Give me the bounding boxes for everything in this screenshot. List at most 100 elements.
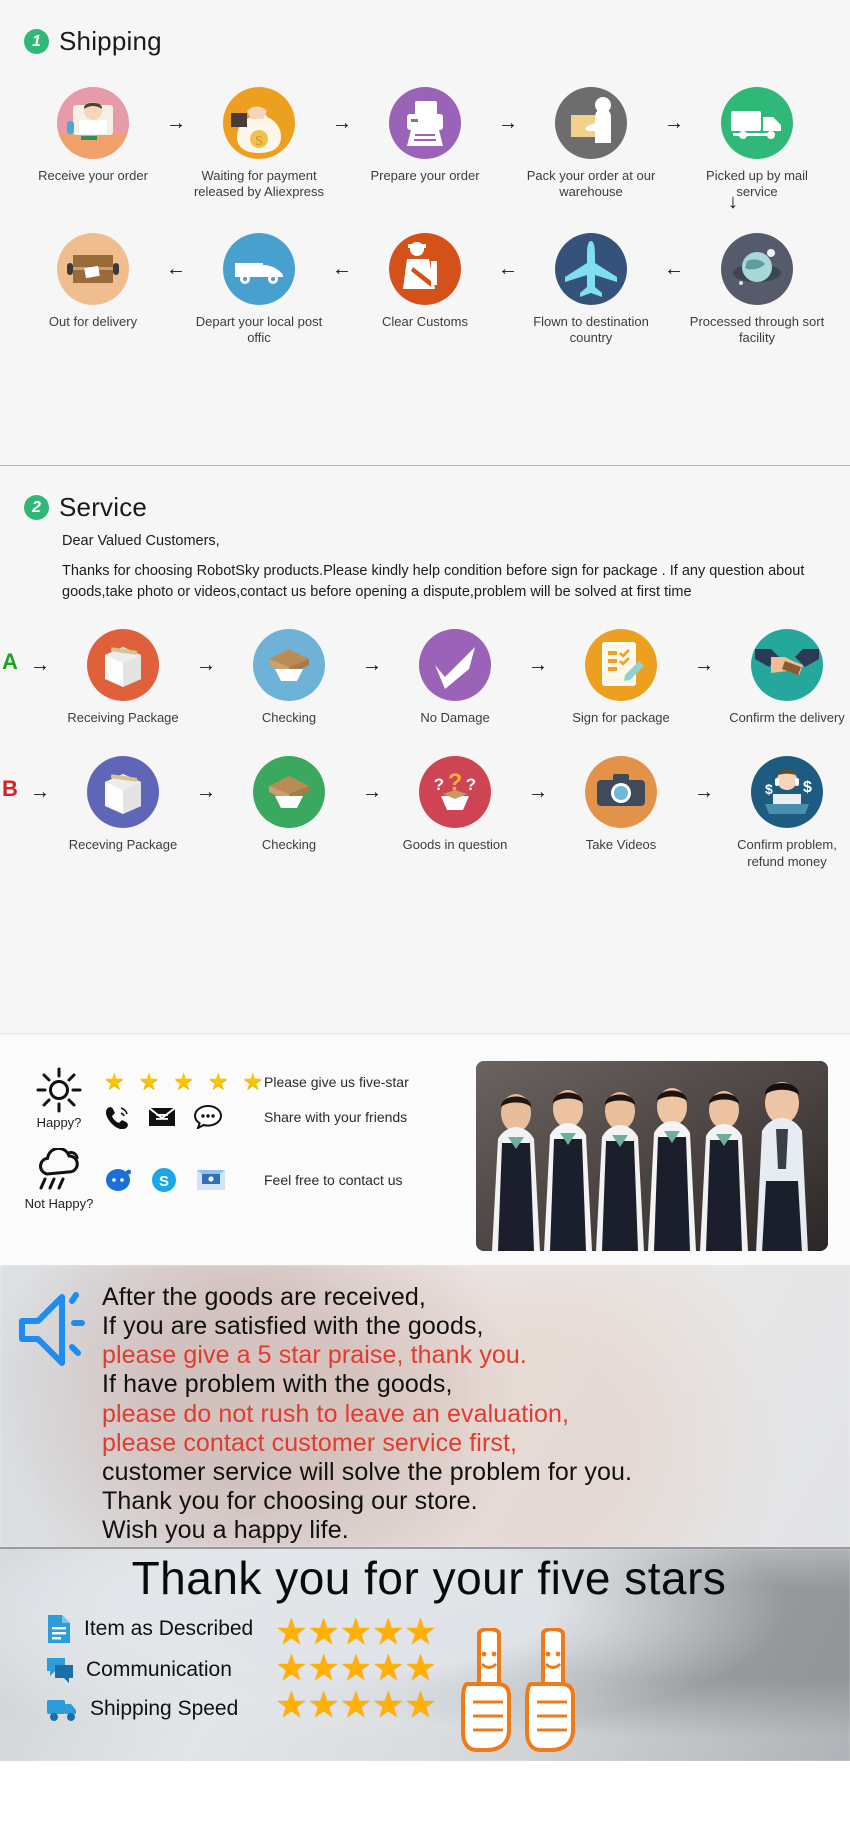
service-paragraph: Thanks for choosing RobotSky products.Pl… <box>62 563 805 601</box>
shipping-step-label: Receive your order <box>38 168 148 183</box>
shipping-step: Flown to destination country <box>525 232 657 347</box>
thumbs-up-group <box>459 1610 583 1756</box>
arrow-right-icon: → <box>362 781 382 804</box>
shipping-step: Receive your order <box>27 87 159 184</box>
service-step-label: Checking <box>261 710 317 726</box>
criterion-label: Shipping Speed <box>90 1696 239 1720</box>
camera-icon <box>585 756 657 829</box>
service-message: Dear Valued Customers, Thanks for choosi… <box>0 523 850 603</box>
svg-text:?: ? <box>434 775 444 794</box>
open-carton-icon <box>253 756 325 829</box>
banner-line: If you are satisfied with the goods, <box>102 1312 484 1341</box>
shipping-step: Clear Customs <box>359 232 491 330</box>
star-icon: ★ <box>404 1610 437 1652</box>
service-row-a-letter: A <box>2 649 18 675</box>
shipping-step-label: Prepare your order <box>370 168 480 183</box>
arrow-right-icon: → <box>694 781 714 804</box>
banner-line: customer service will solve the problem … <box>102 1457 632 1486</box>
chat-icon <box>47 1657 73 1683</box>
banner-line: please do not rush to leave an evaluatio… <box>102 1399 570 1428</box>
arrow-right-icon: → <box>196 654 216 677</box>
svg-text:S: S <box>159 1173 169 1190</box>
truck-icon <box>47 1699 76 1721</box>
service-step: Confirm the delivery <box>721 629 850 726</box>
arrow-left-icon: ← <box>166 257 186 280</box>
service-flow-row-a: A → Receiving Package → Checking → No Da… <box>0 629 850 726</box>
airplane-icon <box>555 232 627 305</box>
shipping-step: Depart your local post offic <box>193 232 325 347</box>
not-happy-label: Not Happy? <box>24 1196 94 1211</box>
service-step-label: Goods in question <box>402 837 508 853</box>
feedback-section: Happy? ★ ★ ★ ★ ★ Please give us five-sta… <box>0 1035 850 1265</box>
service-step-label: Confirm the delivery <box>729 710 845 726</box>
criterion-label: Communication <box>86 1657 232 1681</box>
shipping-step-label: Out for delivery <box>48 313 138 329</box>
banner-content: After the goods are received, If you are… <box>0 1265 850 1545</box>
shipping-header: 1 Shipping <box>0 0 850 57</box>
service-step: Receving Package <box>57 756 189 853</box>
customer-service-team-photo <box>476 1061 828 1251</box>
star-icon: ★ <box>372 1684 405 1726</box>
star-icon: ★ <box>307 1610 340 1652</box>
star-row: ★ ★ ★ ★ ★ <box>275 1684 436 1726</box>
star-icon: ★ <box>138 1068 160 1094</box>
not-happy-mood: Not Happy? <box>25 1148 93 1211</box>
step-badge-2: 2 <box>24 495 49 520</box>
banner-line: please give a 5 star praise, thank you. <box>102 1341 527 1370</box>
arrow-left-icon: ← <box>664 257 684 280</box>
star-icon: ★ <box>339 1684 373 1726</box>
service-step-label: Sign for package <box>572 710 670 726</box>
svg-text:$: $ <box>803 779 812 796</box>
service-flow-row-b: B → Receving Package → Checking → ??? Go… <box>0 756 850 870</box>
svg-text:S: S <box>255 134 263 149</box>
service-step: No Damage <box>389 629 521 726</box>
support-agent-icon: $ $ <box>751 756 823 829</box>
star-icon: ★ <box>339 1647 373 1689</box>
star-icon: ★ <box>207 1068 229 1094</box>
five-star-line: ★ ★ ★ ★ ★ Please give us five-star <box>104 1068 409 1095</box>
svg-text:?: ? <box>466 775 476 794</box>
star-icon: ★ <box>372 1610 405 1652</box>
email-icon <box>197 1169 225 1190</box>
criterion-item: Communication <box>46 1656 253 1684</box>
shipping-step: Out for delivery <box>27 232 159 330</box>
service-step: Sign for package <box>555 629 687 726</box>
shipping-step-label: Pack your order at our warehouse <box>526 168 656 200</box>
criterion-item: Shipping Speed <box>46 1696 253 1722</box>
happy-mood: Happy? <box>28 1067 90 1130</box>
globe-night-icon <box>721 232 793 305</box>
service-step: Receiving Package <box>57 629 189 726</box>
happy-lines: ★ ★ ★ ★ ★ Please give us five-star Share… <box>104 1068 409 1129</box>
not-happy-row: Not Happy? S Feel free to contact us <box>25 1148 464 1211</box>
arrow-right-icon: → <box>196 781 216 804</box>
handshake-icon <box>751 629 823 702</box>
shipping-step-label: Flown to destination country <box>533 313 649 345</box>
check-mark-icon <box>419 629 491 702</box>
star-icon: ★ <box>372 1647 405 1689</box>
arrow-left-icon: ← <box>498 257 518 280</box>
star-icon: ★ <box>275 1684 308 1726</box>
criterion-item: Item as Described <box>46 1614 253 1644</box>
shipping-step: Picked up by mail service <box>691 87 823 201</box>
star-icon: ★ <box>275 1610 308 1652</box>
contact-line: S Feel free to contact us <box>104 1167 403 1193</box>
shipping-step: Processed through sort facility <box>690 232 824 347</box>
arrow-right-icon: → <box>528 781 548 804</box>
customs-officer-icon <box>389 232 461 305</box>
question-box-icon: ??? <box>419 756 491 829</box>
arrow-down-icon: ↓ <box>728 191 738 213</box>
arrow-right-icon: → <box>166 112 186 134</box>
money-bag-hand-icon: S <box>223 87 295 159</box>
envelope-icon <box>148 1107 176 1126</box>
sun-icon <box>36 1067 82 1113</box>
shipping-step-label: Picked up by mail service <box>706 168 808 200</box>
service-step: Checking <box>223 756 355 853</box>
delivery-truck-icon <box>721 87 793 159</box>
service-step: Checking <box>223 629 355 726</box>
banner-line: After the goods are received, <box>102 1283 426 1311</box>
shipping-flow-row-1: Receive your order → S Waiting for payme… <box>0 87 850 201</box>
worker-packing-icon <box>555 87 627 159</box>
signed-document-icon <box>585 629 657 702</box>
star-icon: ★ <box>275 1647 308 1689</box>
thanks-body: Item as Described Communication Shipping… <box>0 1604 850 1756</box>
